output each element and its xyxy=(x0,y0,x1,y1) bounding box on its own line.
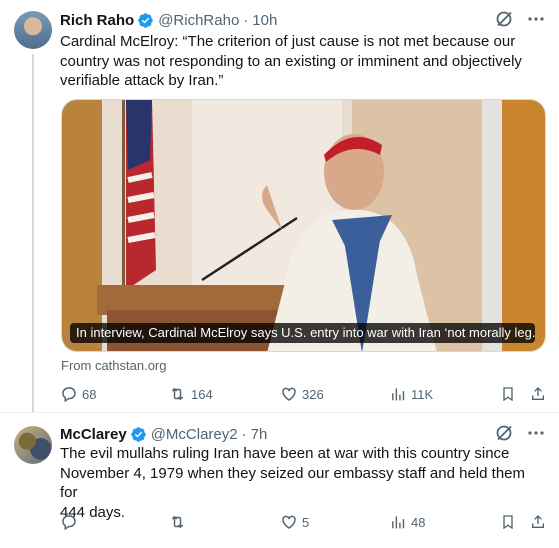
bookmark-icon xyxy=(503,515,513,530)
cardinal-photo xyxy=(62,100,545,351)
author-name[interactable]: Rich Raho xyxy=(60,12,134,29)
media-caption: In interview, Cardinal McElroy says U.S.… xyxy=(70,323,535,343)
repost-button[interactable] xyxy=(168,511,191,533)
share-button[interactable] xyxy=(530,511,550,533)
link-source[interactable]: From cathstan.org xyxy=(61,358,167,373)
tweet-text: Cardinal McElroy: “The criterion of just… xyxy=(60,33,522,89)
separator-dot: · xyxy=(243,11,249,29)
like-count: 326 xyxy=(302,386,324,402)
views-button[interactable]: 11K xyxy=(390,383,433,405)
repost-icon xyxy=(171,387,184,401)
tweet-action-bar: 5 48 xyxy=(60,511,546,533)
share-icon xyxy=(532,515,544,528)
tweet-header: Rich Raho @RichRaho · 10h xyxy=(60,10,277,30)
share-button[interactable] xyxy=(530,383,550,405)
like-button[interactable]: 5 xyxy=(280,511,309,533)
verified-badge-icon xyxy=(138,12,153,28)
tweet-header: McClarey @McClarey2 · 7h xyxy=(60,424,267,444)
reply-icon xyxy=(62,387,76,403)
views-icon xyxy=(392,516,405,529)
like-button[interactable]: 326 xyxy=(280,383,324,405)
tweet-top-actions xyxy=(495,10,545,28)
views-count: 48 xyxy=(411,514,426,530)
reply-button[interactable] xyxy=(60,511,82,533)
timestamp[interactable]: 7h xyxy=(251,426,268,443)
avatar-rich-raho[interactable] xyxy=(14,11,52,49)
tweet-top-actions xyxy=(495,424,545,442)
author-name[interactable]: McClarey xyxy=(60,426,127,443)
grok-icon[interactable] xyxy=(495,10,513,28)
more-icon[interactable] xyxy=(527,10,545,28)
repost-button[interactable]: 164 xyxy=(168,383,213,405)
bookmark-button[interactable] xyxy=(500,383,520,405)
reply-icon xyxy=(62,515,76,531)
reply-count: 68 xyxy=(82,386,97,402)
author-handle[interactable]: @McClarey2 xyxy=(151,426,238,443)
repost-icon xyxy=(171,515,184,529)
avatar-mcclarey[interactable] xyxy=(14,426,52,464)
timestamp[interactable]: 10h xyxy=(252,12,277,29)
reply-button[interactable]: 68 xyxy=(60,383,96,405)
link-card-image[interactable]: In interview, Cardinal McElroy says U.S.… xyxy=(61,99,546,352)
verified-badge-icon xyxy=(130,426,146,442)
more-icon[interactable] xyxy=(527,424,545,442)
like-count: 5 xyxy=(302,514,310,530)
bookmark-button[interactable] xyxy=(500,511,520,533)
separator-dot: · xyxy=(241,425,247,443)
author-handle[interactable]: @RichRaho xyxy=(158,12,239,29)
share-icon xyxy=(532,387,544,400)
grok-icon[interactable] xyxy=(495,424,513,442)
views-count: 11K xyxy=(411,386,434,402)
bookmark-icon xyxy=(503,387,513,402)
repost-count: 164 xyxy=(191,386,213,402)
tweet-rich-raho[interactable]: Rich Raho @RichRaho · 10h Cardinal McElr… xyxy=(0,0,559,412)
views-icon xyxy=(392,388,405,401)
views-button[interactable]: 48 xyxy=(390,511,425,533)
thread-connector-line xyxy=(32,54,34,412)
like-icon xyxy=(282,515,296,529)
like-icon xyxy=(282,387,296,401)
tweet-action-bar: 68 164 326 11K xyxy=(60,383,546,405)
